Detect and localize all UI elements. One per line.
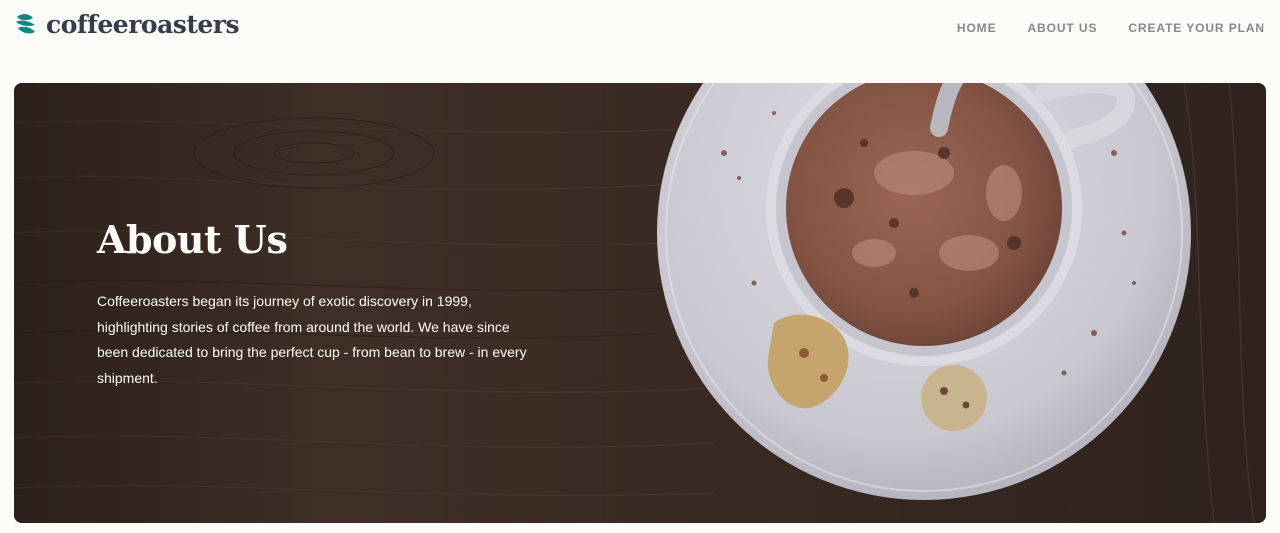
main-nav: HOME ABOUT US CREATE YOUR PLAN xyxy=(957,20,1265,36)
hero-description: Coffeeroasters began its journey of exot… xyxy=(97,293,527,386)
logo-link[interactable]: coffeeroasters xyxy=(14,10,240,40)
nav-about-link[interactable]: ABOUT US xyxy=(1027,20,1097,36)
hero-title: About Us xyxy=(97,217,288,262)
nav-home-link[interactable]: HOME xyxy=(957,20,997,36)
about-hero: About Us Coffeeroasters began its journe… xyxy=(14,83,1266,523)
site-header: coffeeroasters HOME ABOUT US CREATE YOUR… xyxy=(0,0,1280,56)
nav-create-plan-link[interactable]: CREATE YOUR PLAN xyxy=(1128,20,1265,36)
brand-name: coffeeroasters xyxy=(46,10,240,39)
coffee-bean-logo-icon xyxy=(16,14,35,34)
